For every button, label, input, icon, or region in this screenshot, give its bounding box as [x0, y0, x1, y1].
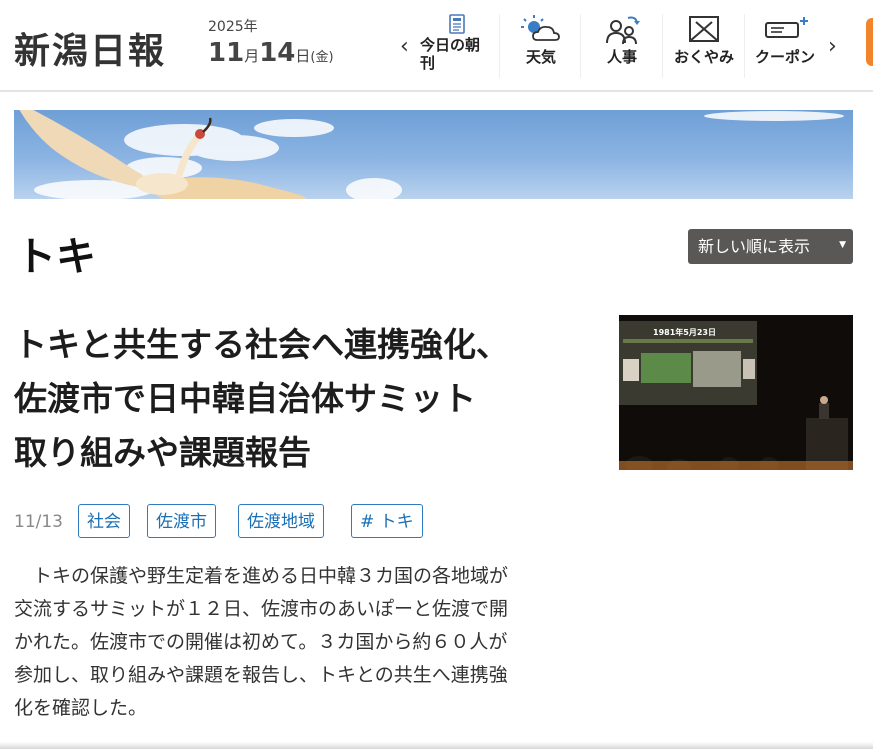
nav-condolences[interactable]: おくやみ: [664, 14, 745, 78]
nav-coupons[interactable]: クーポン: [746, 14, 824, 78]
excerpt-line: かれた。佐渡市での開催は初めて。３カ国から約６０人が: [14, 631, 508, 653]
triangle-down-icon: ▼: [839, 240, 846, 250]
article-date: 11/13: [14, 512, 63, 532]
page-bottom-edge: [0, 742, 873, 749]
article-title-line: 佐渡市で日中韓自治体サミット: [14, 379, 476, 418]
article-title-line: トキと共生する社会へ連携強化、: [14, 325, 509, 364]
excerpt-line: 参加し、取り組みや課題を報告し、トキとの共生へ連携強: [14, 664, 508, 686]
condolence-icon: [664, 14, 744, 48]
nav-weather[interactable]: 天気: [502, 14, 581, 78]
nav-todays-paper[interactable]: 今日の朝刊: [415, 14, 500, 78]
today-date: 2025年 11月14日(金): [208, 18, 334, 68]
tag-sado-region[interactable]: 佐渡地域: [238, 504, 324, 538]
nav-label-condolences: おくやみ: [673, 48, 734, 66]
people-icon: [582, 14, 662, 48]
coupon-icon: [746, 14, 824, 48]
site-header: 新潟日報 2025年 11月14日(金) ‹ 今日の朝刊 天気 人事 おくやみ …: [0, 0, 873, 92]
nav-prev-icon[interactable]: ‹: [400, 34, 409, 59]
nav-label-weather: 天気: [525, 48, 556, 66]
tag-society[interactable]: 社会: [78, 504, 130, 538]
site-logo[interactable]: 新潟日報: [14, 22, 166, 74]
slide-title: 1981年5月23日: [653, 327, 716, 337]
summit-photo: 1981年5月23日: [619, 315, 853, 470]
ibis-banner-image: [19, 110, 844, 199]
tag-sado-city[interactable]: 佐渡市: [147, 504, 216, 538]
nav-label-personnel: 人事: [606, 48, 637, 66]
article-excerpt: トキの保護や野生定着を進める日中韓３カ国の各地域が 交流するサミットが１２日、佐…: [14, 560, 598, 725]
weather-icon: [502, 14, 580, 48]
date-year: 2025年: [208, 19, 258, 35]
date-month-day: 11月14日(金): [208, 38, 334, 68]
article-title[interactable]: トキと共生する社会へ連携強化、 佐渡市で日中韓自治体サミット 取り組みや課題報告: [14, 318, 594, 480]
nav-personnel[interactable]: 人事: [582, 14, 663, 78]
side-menu-tab[interactable]: [866, 18, 873, 66]
excerpt-line: トキの保護や野生定着を進める日中韓３カ国の各地域が: [14, 565, 509, 587]
sort-order-label: 新しい順に表示: [698, 237, 811, 256]
newspaper-icon: [415, 14, 499, 36]
excerpt-line: 化を確認した。: [14, 697, 148, 719]
topic-banner: [14, 110, 853, 199]
excerpt-line: 交流するサミットが１２日、佐渡市のあいぽーと佐渡で開: [14, 598, 509, 620]
nav-label-coupons: クーポン: [754, 48, 815, 66]
sort-order-button[interactable]: 新しい順に表示 ▼: [688, 229, 853, 264]
article-title-line: 取り組みや課題報告: [14, 433, 311, 472]
article-thumbnail[interactable]: 1981年5月23日: [619, 315, 853, 470]
page-title: トキ: [16, 234, 96, 280]
nav-label-todays-paper: 今日の朝刊: [420, 36, 481, 72]
tag-toki[interactable]: # トキ: [351, 504, 423, 538]
nav-next-icon[interactable]: ›: [828, 34, 837, 59]
